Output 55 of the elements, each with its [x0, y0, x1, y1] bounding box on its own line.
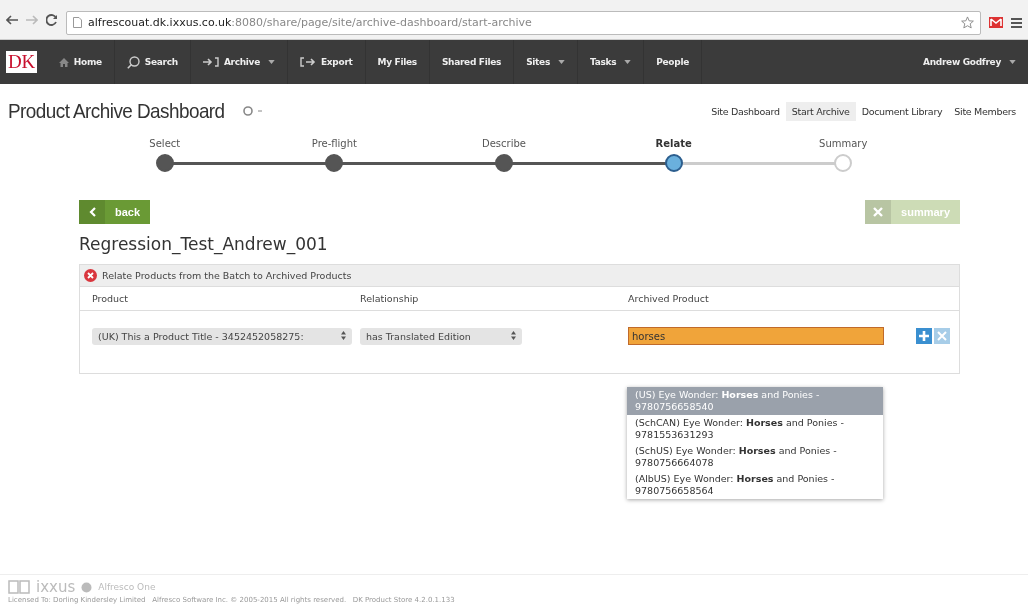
export-icon [300, 57, 316, 67]
brand-logo: ixxus [36, 578, 76, 596]
reload-icon[interactable] [46, 13, 58, 26]
logo[interactable]: DK [6, 51, 37, 73]
site-link[interactable]: Site Dashboard [705, 101, 786, 121]
site-link[interactable]: Start Archive [785, 101, 856, 121]
nav-item[interactable]: Tasks [578, 40, 645, 84]
nav-item[interactable]: Search [114, 40, 191, 84]
page-icon [73, 17, 82, 28]
column-header: Archived Product [628, 293, 710, 304]
search-icon [126, 55, 140, 69]
chevron-icon [88, 207, 96, 217]
step-label: Select [149, 138, 181, 149]
site-link[interactable]: Document Library [855, 101, 949, 121]
updown-icon [341, 330, 346, 340]
nav-item[interactable]: Sites [514, 40, 578, 84]
step-marker[interactable] [155, 154, 174, 172]
step-label: Relate [655, 138, 692, 149]
partner-logo: Alfresco One [98, 582, 156, 592]
updown-icon [511, 330, 516, 340]
batch-title: Regression_Test_Andrew_001 [79, 234, 329, 254]
panel-message: Relate Products from the Batch to Archived Products [102, 270, 352, 281]
page-title: Product Archive Dashboard [8, 99, 225, 123]
product-select[interactable]: (UK) This a Product Title - 3452452058275: [92, 327, 352, 345]
suggestion-item[interactable]: (AlbUS) Eye Wonder: Horses and Ponies - 9780756658564 [627, 471, 883, 499]
step-marker[interactable] [325, 154, 344, 172]
back-icon[interactable] [6, 14, 18, 25]
add-icon[interactable] [916, 328, 932, 344]
user-menu[interactable]: Andrew Godfrey [911, 40, 1028, 84]
relationship-select[interactable]: has Translated Edition [360, 327, 522, 345]
step-label: Summary [819, 138, 868, 149]
nav-item[interactable]: Archive [190, 40, 288, 84]
import-icon [202, 57, 219, 67]
house-icon [58, 57, 69, 67]
menu-icon[interactable] [1011, 17, 1022, 28]
step-marker[interactable] [664, 154, 683, 172]
book-icon [8, 580, 30, 594]
step-label: Describe [482, 138, 526, 149]
nav-item[interactable]: People [644, 40, 702, 84]
close-icon [873, 207, 884, 217]
nav-item[interactable]: My Files [365, 40, 430, 84]
address-bar[interactable]: alfrescouat.dk.ixxus.co.uk:8080/share/page/site/archive-dashboard/start-archive [66, 10, 981, 35]
step-marker[interactable] [495, 154, 513, 172]
nav-item[interactable]: Home [46, 40, 115, 84]
column-header: Product [92, 293, 130, 304]
star-icon[interactable] [961, 16, 974, 29]
site-link[interactable]: Site Members [948, 101, 1022, 121]
step-label: Pre-flight [311, 138, 357, 149]
mail-icon[interactable] [989, 17, 1003, 28]
nav-item[interactable]: Export [288, 40, 366, 84]
suggestion-item[interactable]: (SchUS) Eye Wonder: Horses and Ponies - 9780756664078 [627, 443, 883, 471]
archived-product-field[interactable]: horses [628, 327, 884, 345]
nav-item[interactable]: Shared Files [429, 40, 515, 84]
column-header: Relationship [360, 293, 420, 304]
suggestion-item[interactable]: (SchCAN) Eye Wonder: Horses and Ponies - 9781553631293 [627, 415, 883, 443]
